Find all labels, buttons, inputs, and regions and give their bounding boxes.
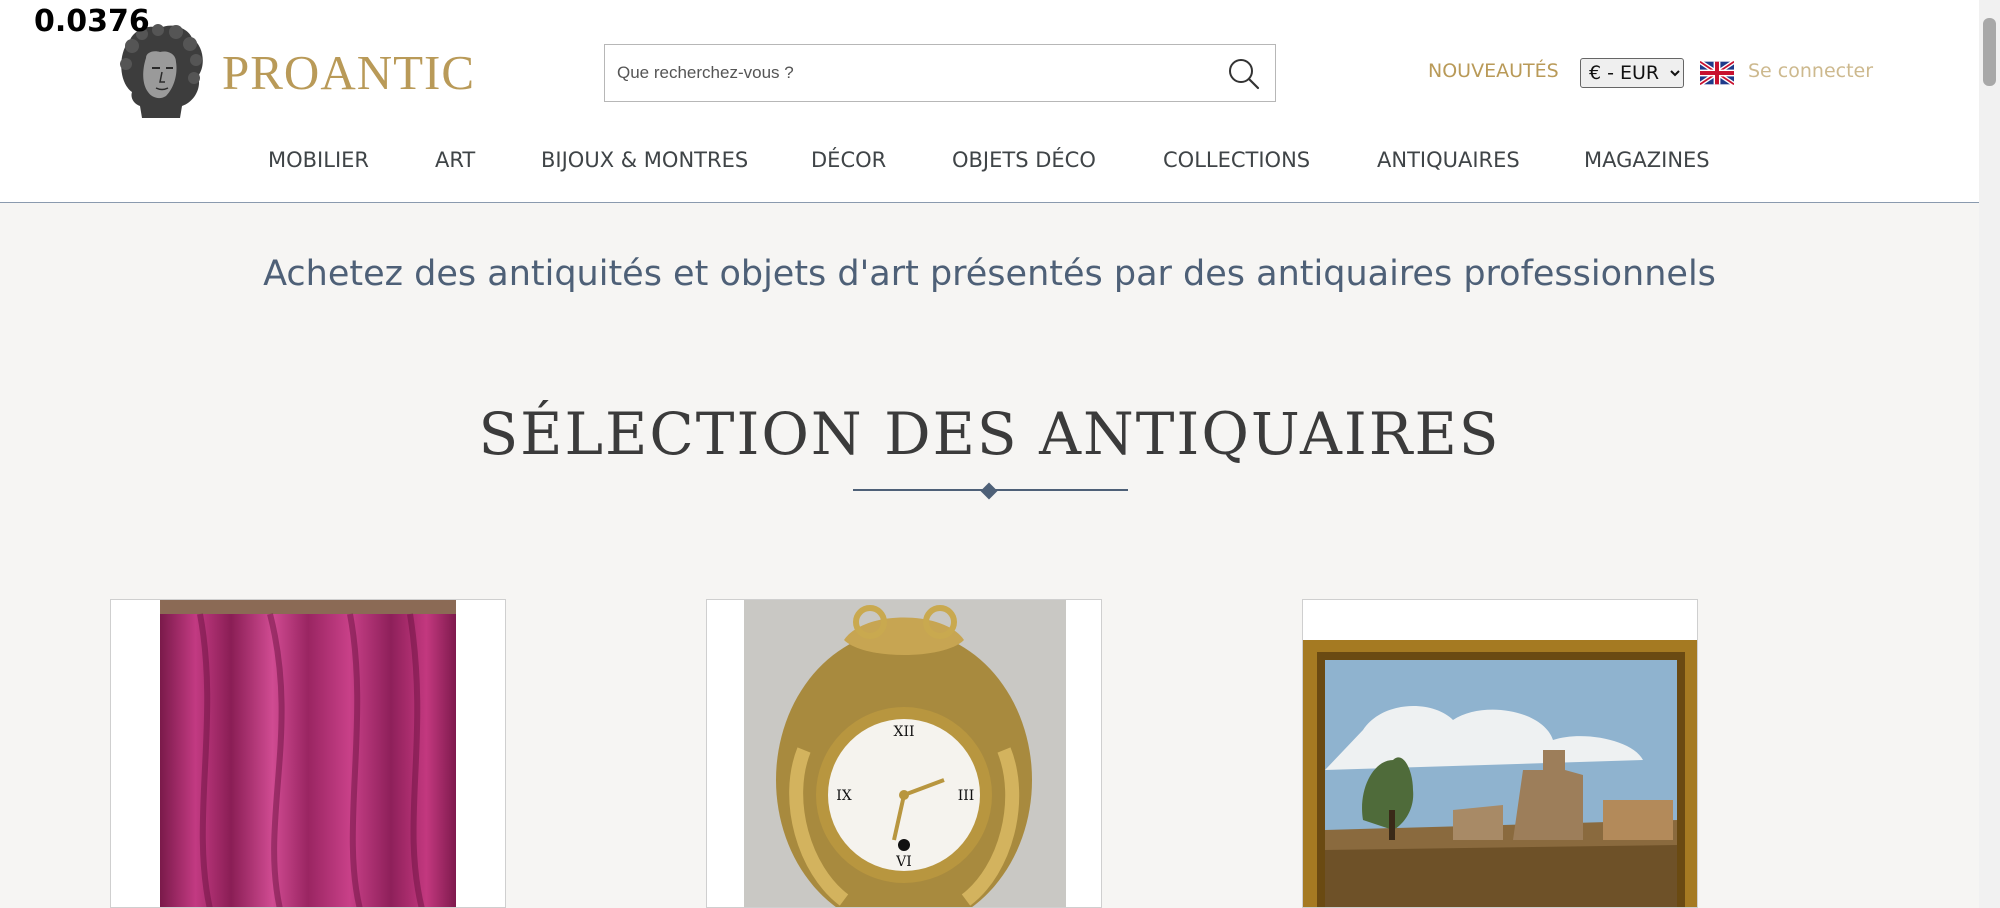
- page-scrollbar[interactable]: [1979, 0, 2000, 908]
- nav-item-objets-deco[interactable]: OBJETS DÉCO: [952, 148, 1096, 172]
- overlay-score: 0.0376: [34, 4, 150, 39]
- product-card-painting[interactable]: [1302, 599, 1698, 908]
- product-image-clock: XII III VI IX: [744, 600, 1066, 907]
- nav-item-art[interactable]: ART: [435, 148, 475, 172]
- uk-flag-icon[interactable]: [1700, 61, 1734, 85]
- svg-text:VI: VI: [895, 854, 912, 870]
- nav-item-collections[interactable]: COLLECTIONS: [1163, 148, 1310, 172]
- nav-item-decor[interactable]: DÉCOR: [811, 148, 886, 172]
- svg-text:IX: IX: [836, 788, 852, 804]
- site-logo[interactable]: PROANTIC: [112, 22, 475, 122]
- search-icon[interactable]: [1227, 57, 1261, 91]
- search-input[interactable]: [605, 45, 1205, 101]
- nouveautes-link[interactable]: NOUVEAUTÉS: [1428, 60, 1559, 82]
- site-header: PROANTIC NOUVEAUTÉS € - EUR Se connecter…: [0, 0, 1979, 203]
- svg-text:III: III: [958, 788, 975, 804]
- main-nav: MOBILIER ART BIJOUX & MONTRES DÉCOR OBJE…: [0, 148, 1979, 180]
- login-link[interactable]: Se connecter: [1748, 60, 1873, 82]
- nav-item-mobilier[interactable]: MOBILIER: [268, 148, 369, 172]
- nav-item-antiquaires[interactable]: ANTIQUAIRES: [1377, 148, 1520, 172]
- page-tagline: Achetez des antiquités et objets d'art p…: [263, 254, 1716, 294]
- currency-select[interactable]: € - EUR: [1580, 58, 1684, 88]
- nav-item-bijoux-montres[interactable]: BIJOUX & MONTRES: [541, 148, 748, 172]
- nav-item-magazines[interactable]: MAGAZINES: [1584, 148, 1710, 172]
- product-card-clock[interactable]: XII III VI IX: [706, 599, 1102, 908]
- product-image-fabric: [160, 600, 456, 907]
- product-image-painting: [1303, 640, 1697, 907]
- search-bar: [604, 44, 1276, 102]
- divider-diamond-icon: [980, 482, 998, 500]
- svg-text:XII: XII: [893, 724, 914, 740]
- brand-name: PROANTIC: [222, 44, 476, 100]
- product-card-fabric[interactable]: [110, 599, 506, 908]
- section-title: SÉLECTION DES ANTIQUAIRES: [478, 400, 1501, 468]
- scrollbar-thumb[interactable]: [1983, 18, 1996, 86]
